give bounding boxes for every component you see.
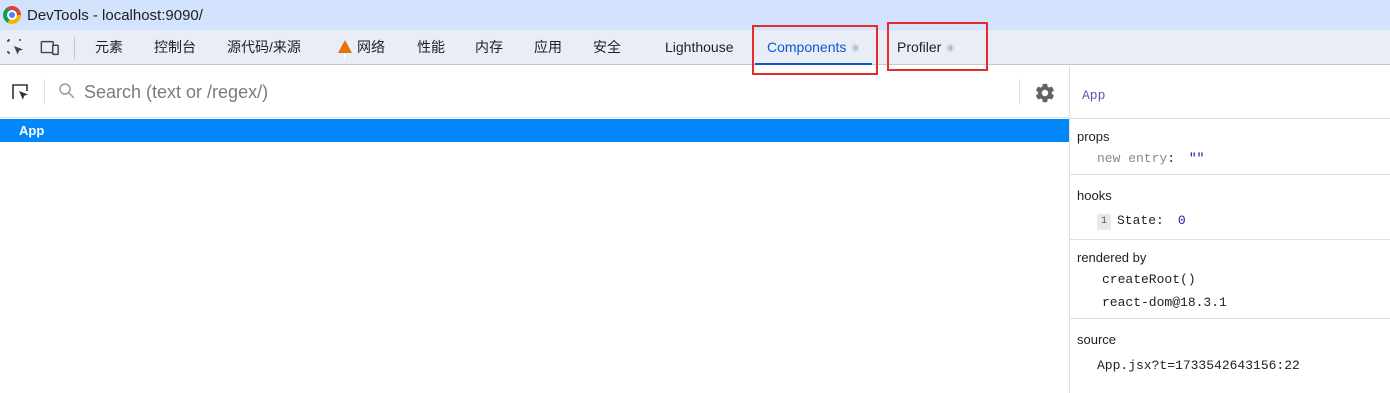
gear-icon[interactable] (1034, 82, 1056, 104)
rendered-by-item[interactable]: react-dom@18.3.1 (1102, 295, 1227, 310)
prop-value[interactable]: "" (1189, 151, 1205, 166)
devtools-tabbar: 元素 控制台 源代码/来源 网络 性能 内存 应用 安全 Lighthouse … (0, 30, 1390, 76)
hook-value[interactable]: 0 (1178, 213, 1186, 228)
props-title: props (1077, 129, 1110, 144)
tab-memory[interactable]: 内存 (475, 30, 503, 65)
chrome-logo-icon (3, 6, 21, 24)
prop-key: new entry (1097, 151, 1168, 166)
select-element-icon[interactable] (6, 38, 26, 58)
tab-elements[interactable]: 元素 (95, 30, 123, 65)
rendered-by-title: rendered by (1077, 250, 1147, 265)
search-icon (58, 82, 76, 100)
rendered-by-item[interactable]: createRoot() (1102, 272, 1196, 287)
source-link[interactable]: App.jsx?t=1733542643156:22 (1097, 358, 1300, 373)
props-section: props new entry: "" (1070, 120, 1390, 175)
component-search-bar (0, 66, 1069, 118)
tree-row-app[interactable]: App (0, 119, 1069, 142)
tab-network-label: 网络 (357, 39, 385, 55)
device-toggle-icon[interactable] (40, 38, 60, 58)
warning-icon (338, 40, 352, 76)
component-inspector: App props new entry: "" hooks 1 State: 0 r… (1069, 66, 1390, 393)
prop-row[interactable]: new entry: "" (1097, 151, 1204, 166)
tree-row-label: App (19, 123, 45, 138)
prop-colon: : (1167, 151, 1176, 166)
inspector-header: App (1070, 66, 1390, 119)
toolbar-divider (74, 37, 75, 59)
hook-colon: : (1156, 213, 1164, 228)
hook-row[interactable]: 1 State: 0 (1097, 213, 1186, 230)
source-section: source App.jsx?t=1733542643156:22 (1070, 319, 1390, 393)
rendered-by-section: rendered by createRoot() react-dom@18.3.… (1070, 240, 1390, 319)
hook-key: State (1117, 213, 1157, 228)
window-titlebar: DevTools - localhost:9090/ (0, 0, 1390, 30)
tab-sources[interactable]: 源代码/来源 (227, 30, 301, 65)
search-input[interactable] (84, 78, 984, 106)
window-title: DevTools - localhost:9090/ (27, 6, 203, 24)
tab-application[interactable]: 应用 (534, 30, 562, 65)
tab-lighthouse[interactable]: Lighthouse (665, 30, 734, 65)
tab-console[interactable]: 控制台 (154, 30, 196, 65)
selected-component-name: App (1082, 88, 1106, 103)
hooks-title: hooks (1077, 188, 1112, 203)
tab-network[interactable]: 网络 (338, 30, 385, 76)
divider (44, 79, 45, 105)
hook-index-badge: 1 (1097, 214, 1111, 230)
divider (1019, 79, 1020, 105)
highlight-box-profiler (887, 22, 988, 71)
hooks-section: hooks 1 State: 0 (1070, 175, 1390, 240)
source-title: source (1077, 332, 1117, 347)
inspect-component-icon[interactable] (10, 82, 32, 104)
tab-performance[interactable]: 性能 (417, 30, 445, 65)
tab-security[interactable]: 安全 (593, 30, 621, 65)
